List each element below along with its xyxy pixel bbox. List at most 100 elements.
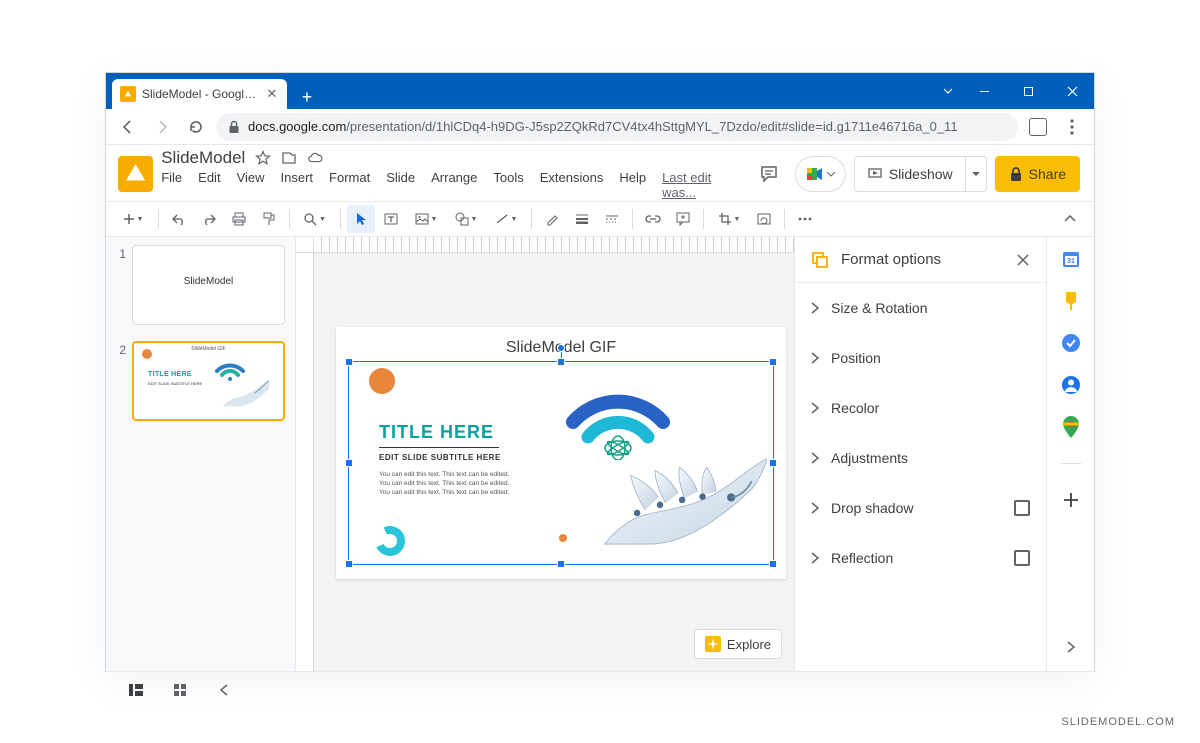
tasks-icon[interactable] [1061, 333, 1081, 353]
meet-icon [805, 166, 825, 182]
print-button[interactable] [225, 205, 253, 233]
cloud-icon[interactable] [307, 150, 323, 166]
section-reflection[interactable]: Reflection [795, 533, 1046, 583]
body-area: 1 SlideModel 2 SlideModel GIF TITLE HERE… [106, 237, 1094, 671]
document-title[interactable]: SlideModel [161, 148, 245, 168]
resize-handle[interactable] [769, 560, 777, 568]
slide-thumbnail-1[interactable]: SlideModel [132, 245, 285, 325]
collapse-filmstrip-button[interactable] [202, 676, 246, 704]
insert-link-button[interactable] [639, 205, 667, 233]
collapse-panel-button[interactable] [1061, 637, 1081, 657]
resize-handle[interactable] [769, 358, 777, 366]
slide-title-text: TITLE HERE [379, 422, 494, 443]
meet-button[interactable] [795, 156, 846, 192]
reload-button[interactable] [182, 113, 210, 141]
reflection-checkbox[interactable] [1014, 550, 1030, 566]
thumb-1-label: SlideModel [133, 276, 284, 287]
resize-handle[interactable] [769, 459, 777, 467]
grid-view-button[interactable] [158, 676, 202, 704]
undo-button[interactable] [165, 205, 193, 233]
border-color-button[interactable] [538, 205, 566, 233]
line-button[interactable]: ▼ [487, 205, 525, 233]
slideshow-split-button: Slideshow [854, 156, 987, 192]
keep-icon[interactable] [1061, 291, 1081, 311]
image-button[interactable]: ▼ [407, 205, 445, 233]
explore-button[interactable]: Explore [694, 629, 782, 659]
selection-box[interactable]: TITLE HERE EDIT SLIDE SUBTITLE HERE You … [348, 361, 774, 565]
slideshow-dropdown[interactable] [965, 157, 986, 191]
resize-handle[interactable] [345, 560, 353, 568]
menu-view[interactable]: View [237, 170, 265, 200]
new-slide-button[interactable]: ▼ [114, 205, 152, 233]
rotate-handle[interactable] [557, 344, 565, 352]
close-panel-button[interactable] [1016, 253, 1030, 267]
section-recolor[interactable]: Recolor [795, 383, 1046, 433]
slide-thumbnail-2[interactable]: SlideModel GIF TITLE HERE EDIT SLIDE SUB… [132, 341, 285, 421]
maps-icon[interactable] [1061, 417, 1081, 437]
chevron-right-icon [811, 452, 819, 464]
menu-help[interactable]: Help [619, 170, 646, 200]
window-minimize-button[interactable] [962, 73, 1006, 109]
crop-button[interactable]: ▼ [710, 205, 748, 233]
menu-edit[interactable]: Edit [198, 170, 220, 200]
browser-tab[interactable]: SlideModel - Google Slides ✕ [112, 79, 287, 109]
slide-canvas-area[interactable]: SlideModel GIF TITLE HERE E [296, 237, 794, 671]
drop-shadow-checkbox[interactable] [1014, 500, 1030, 516]
zoom-button[interactable]: ▼ [296, 205, 334, 233]
close-tab-icon[interactable]: ✕ [265, 87, 279, 101]
slideshow-button[interactable]: Slideshow [855, 157, 965, 191]
back-button[interactable] [114, 113, 142, 141]
menu-insert[interactable]: Insert [281, 170, 314, 200]
move-icon[interactable] [281, 150, 297, 166]
address-bar[interactable]: docs.google.com/presentation/d/1hlCDq4-h… [216, 113, 1018, 141]
forward-button[interactable] [148, 113, 176, 141]
shape-button[interactable]: ▼ [447, 205, 485, 233]
vertical-ruler[interactable] [296, 253, 314, 671]
chevron-right-icon [811, 352, 819, 364]
menu-format[interactable]: Format [329, 170, 370, 200]
hide-menus-button[interactable] [1054, 215, 1086, 223]
share-button[interactable]: Share [995, 156, 1080, 192]
window-chevron-down-icon[interactable] [934, 73, 962, 109]
menu-arrange[interactable]: Arrange [431, 170, 477, 200]
horizontal-ruler[interactable] [314, 237, 794, 253]
more-button[interactable] [791, 205, 819, 233]
section-drop-shadow[interactable]: Drop shadow [795, 483, 1046, 533]
svg-text:31: 31 [1067, 258, 1075, 265]
textbox-button[interactable] [377, 205, 405, 233]
resize-handle[interactable] [345, 459, 353, 467]
resize-handle[interactable] [557, 358, 565, 366]
menu-file[interactable]: File [161, 170, 182, 200]
menu-tools[interactable]: Tools [493, 170, 523, 200]
reset-image-button[interactable] [750, 205, 778, 233]
slides-logo-icon[interactable] [118, 156, 153, 192]
comments-button[interactable] [752, 156, 787, 192]
contacts-icon[interactable] [1061, 375, 1081, 395]
border-weight-button[interactable] [568, 205, 596, 233]
star-icon[interactable] [255, 150, 271, 166]
calendar-icon[interactable]: 31 [1061, 249, 1081, 269]
insert-comment-button[interactable] [669, 205, 697, 233]
filmstrip-view-button[interactable] [114, 676, 158, 704]
extensions-icon[interactable] [1024, 113, 1052, 141]
explore-icon [705, 636, 721, 652]
new-tab-button[interactable]: + [295, 85, 319, 109]
section-size-rotation[interactable]: Size & Rotation [795, 283, 1046, 333]
border-dash-button[interactable] [598, 205, 626, 233]
last-edit-link[interactable]: Last edit was... [662, 170, 736, 200]
chevron-right-icon [811, 552, 819, 564]
paint-format-button[interactable] [255, 205, 283, 233]
browser-menu-icon[interactable] [1058, 113, 1086, 141]
slide[interactable]: SlideModel GIF TITLE HERE E [336, 327, 786, 579]
window-maximize-button[interactable] [1006, 73, 1050, 109]
section-adjustments[interactable]: Adjustments [795, 433, 1046, 483]
redo-button[interactable] [195, 205, 223, 233]
menu-extensions[interactable]: Extensions [540, 170, 604, 200]
menu-slide[interactable]: Slide [386, 170, 415, 200]
resize-handle[interactable] [345, 358, 353, 366]
section-position[interactable]: Position [795, 333, 1046, 383]
add-addon-button[interactable] [1061, 490, 1081, 510]
resize-handle[interactable] [557, 560, 565, 568]
select-tool-button[interactable] [347, 205, 375, 233]
window-close-button[interactable] [1050, 73, 1094, 109]
